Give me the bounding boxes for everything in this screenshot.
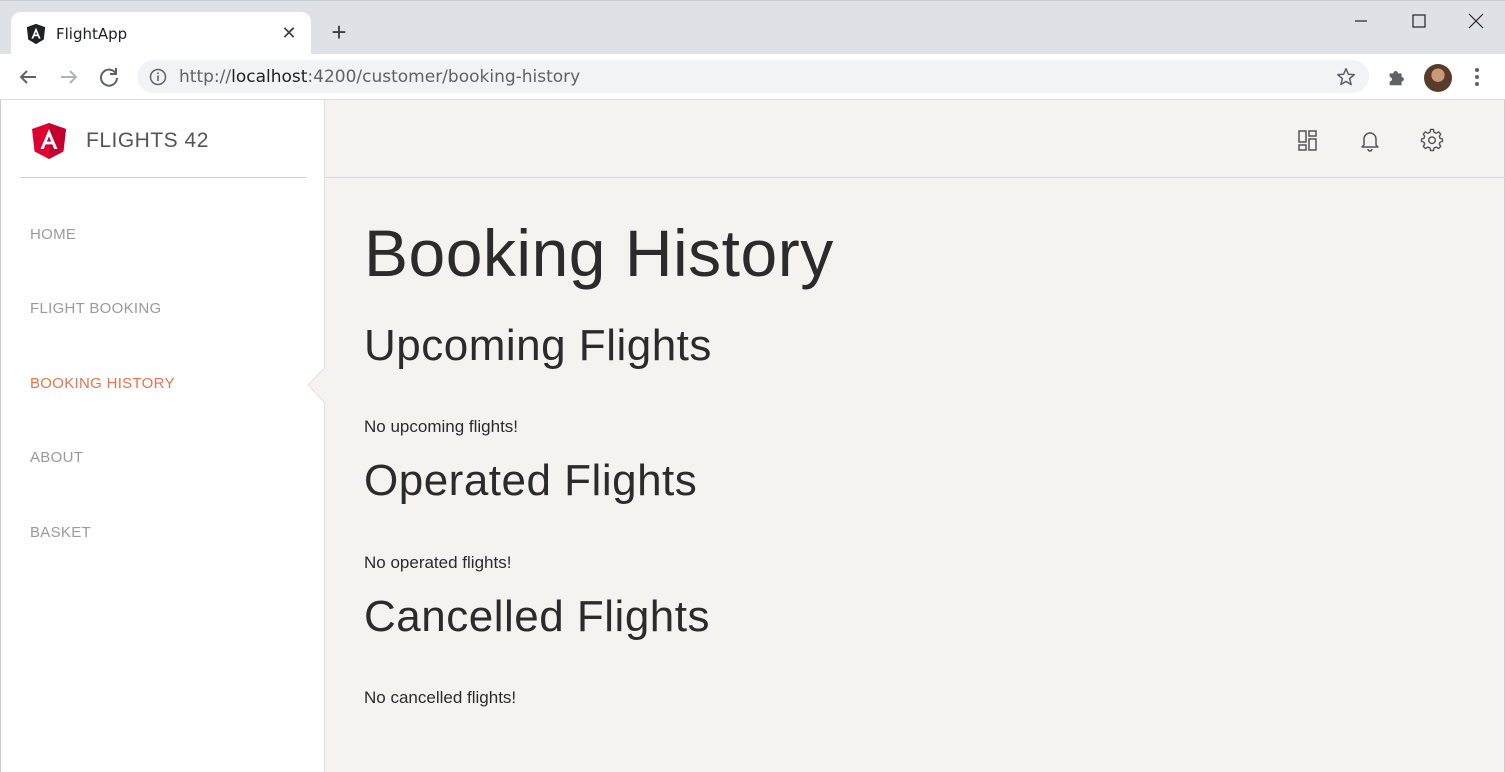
url-prefix: http://	[179, 67, 232, 87]
window-close-icon[interactable]	[1461, 9, 1491, 33]
gear-icon[interactable]	[1420, 128, 1444, 152]
profile-avatar[interactable]	[1424, 64, 1452, 92]
minimize-icon[interactable]	[1346, 9, 1376, 33]
brand-title: FLIGHTS 42	[86, 129, 209, 152]
url-path: :4200/customer/booking-history	[307, 67, 581, 87]
tab-close-icon[interactable]: ✕	[279, 23, 299, 43]
angular-logo-icon	[32, 123, 66, 159]
extensions-puzzle-icon[interactable]	[1386, 66, 1408, 88]
active-indicator-arrow	[307, 365, 327, 405]
empty-message-upcoming: No upcoming flights!	[364, 417, 519, 436]
angular-favicon-icon	[26, 23, 46, 45]
top-bar	[325, 100, 1505, 178]
sidebar-item-about[interactable]: ABOUT	[30, 449, 83, 466]
info-icon[interactable]	[149, 68, 167, 86]
url-text: http://localhost:4200/customer/booking-h…	[179, 67, 580, 87]
page-title: Booking History	[364, 216, 834, 290]
empty-message-operated: No operated flights!	[364, 553, 512, 572]
sidebar: FLIGHTS 42 HOME FLIGHT BOOKING BOOKING H…	[0, 100, 327, 772]
sidebar-item-booking-history[interactable]: BOOKING HISTORY	[30, 375, 175, 392]
section-title-cancelled: Cancelled Flights	[364, 592, 710, 641]
bookmark-star-icon[interactable]	[1335, 66, 1357, 88]
browser-tab[interactable]: FlightApp ✕	[11, 12, 311, 55]
empty-message-cancelled: No cancelled flights!	[364, 688, 517, 707]
browser-toolbar: http://localhost:4200/customer/booking-h…	[0, 54, 1505, 100]
tab-title: FlightApp	[56, 25, 128, 43]
main-content: Booking History Upcoming Flights No upco…	[325, 100, 1505, 772]
dashboard-icon[interactable]	[1296, 128, 1320, 152]
sidebar-item-flight-booking[interactable]: FLIGHT BOOKING	[30, 300, 161, 317]
section-title-upcoming: Upcoming Flights	[364, 321, 712, 370]
sidebar-item-home[interactable]: HOME	[30, 226, 76, 243]
url-host: localhost	[231, 67, 308, 87]
new-tab-icon[interactable]: +	[326, 19, 352, 45]
kebab-menu-icon[interactable]	[1468, 66, 1486, 88]
sidebar-item-basket[interactable]: BASKET	[30, 524, 91, 541]
brand: FLIGHTS 42	[20, 100, 307, 178]
section-title-operated: Operated Flights	[364, 456, 698, 505]
forward-arrow-icon[interactable]	[55, 63, 83, 91]
address-bar[interactable]: http://localhost:4200/customer/booking-h…	[137, 60, 1369, 93]
back-arrow-icon[interactable]	[14, 63, 42, 91]
browser-tab-bar: FlightApp ✕ +	[0, 0, 1505, 55]
maximize-icon[interactable]	[1404, 9, 1434, 33]
reload-icon[interactable]	[95, 63, 123, 91]
bell-icon[interactable]	[1358, 128, 1382, 152]
